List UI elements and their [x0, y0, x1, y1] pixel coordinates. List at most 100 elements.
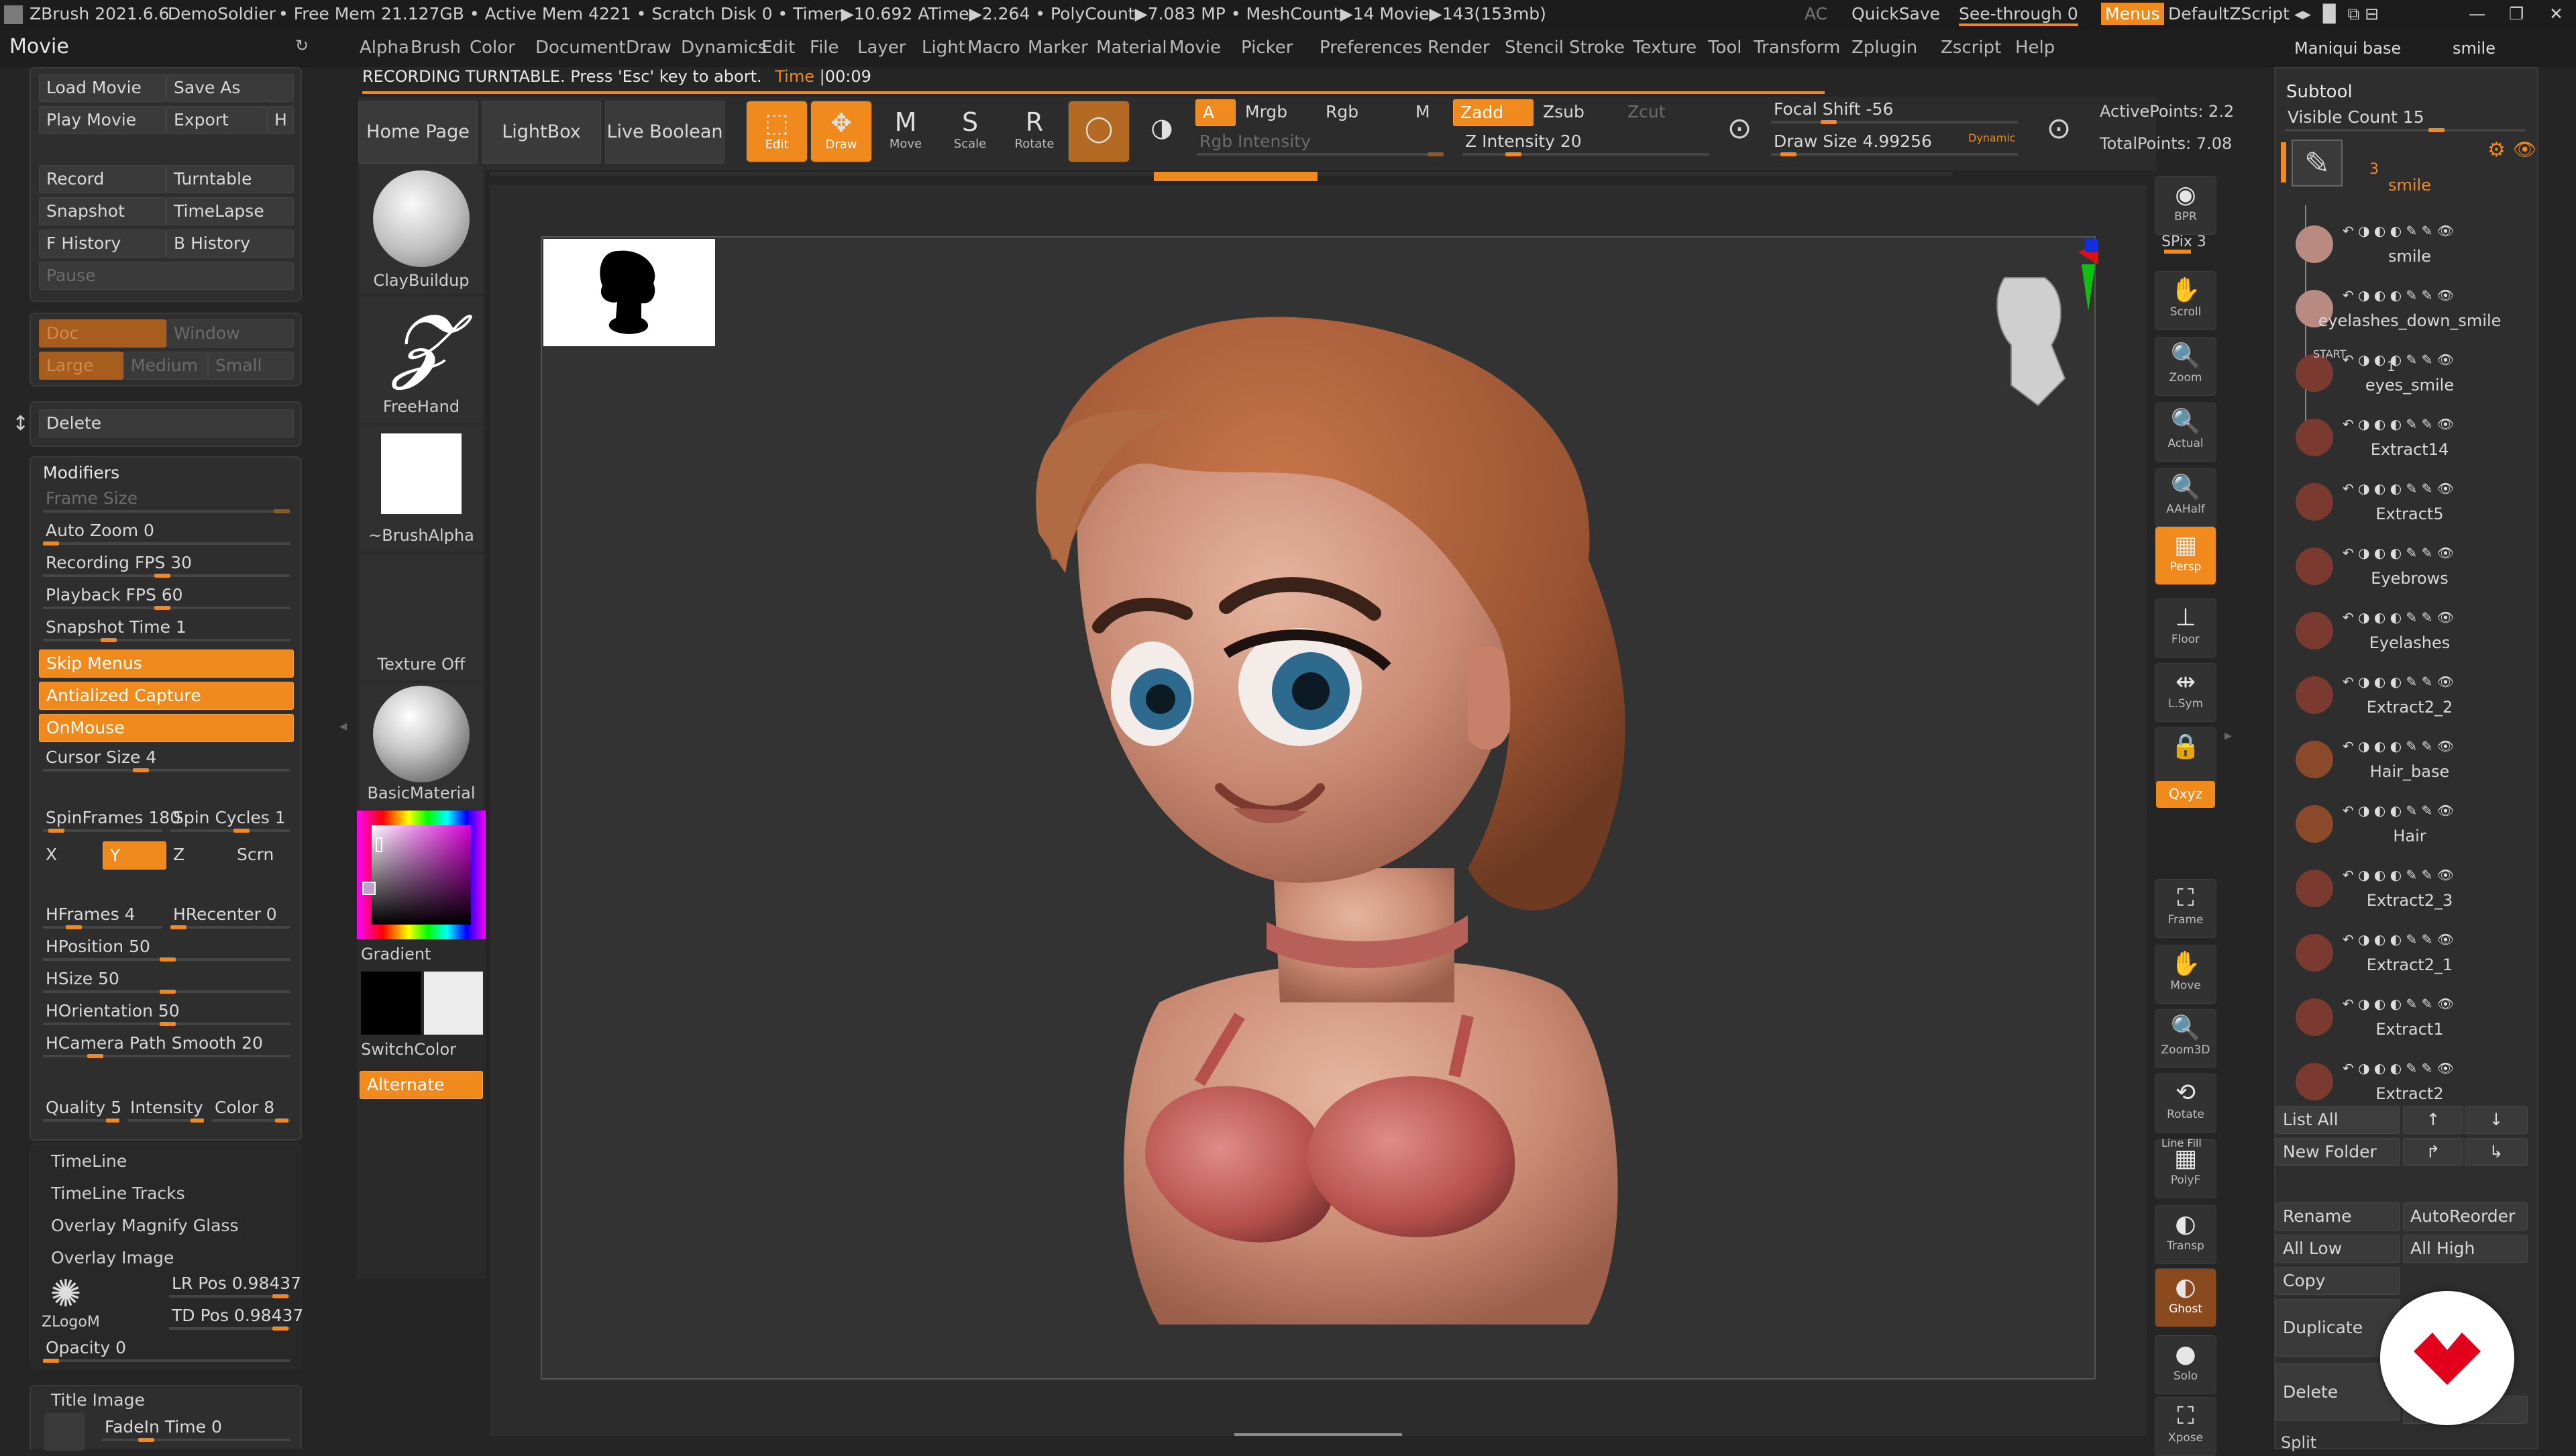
brush-slot[interactable]: ClayBuildup: [360, 165, 483, 294]
subtool-item[interactable]: ↶ ◑ ◐ ◐ ✎ ✎ 👁 Eyebrows: [2289, 543, 2537, 608]
rotate-mode-button[interactable]: R Rotate: [1004, 101, 1065, 162]
ac-label[interactable]: AC: [1805, 4, 1827, 23]
main-color-swatch[interactable]: [361, 972, 421, 1035]
visible-count-slider[interactable]: Visible Count 15: [2281, 106, 2529, 134]
subtool-toggles-icon[interactable]: ↶ ◑ ◐ ◐ ✎ ✎ 👁: [2343, 545, 2454, 561]
delete-movie-button[interactable]: Delete: [39, 409, 294, 437]
resize-handle-icon[interactable]: ↕: [12, 412, 29, 435]
material-mode-button[interactable]: ◑: [1131, 101, 1193, 162]
color-picker[interactable]: [357, 811, 486, 939]
navigation-gizmo[interactable]: [1964, 238, 2098, 412]
switch-color-button[interactable]: SwitchColor: [361, 1040, 456, 1059]
menu-help[interactable]: Help: [2015, 38, 2055, 58]
all-high-button[interactable]: All High: [2403, 1235, 2528, 1263]
gradient-label[interactable]: Gradient: [361, 945, 431, 964]
subtool-toggles-icon[interactable]: ↶ ◑ ◐ ◐ ✎ ✎ 👁: [2343, 352, 2454, 368]
zsub-button[interactable]: Zsub: [1536, 99, 1610, 126]
menu-marker[interactable]: Marker: [1028, 38, 1088, 58]
window-button[interactable]: Window: [166, 319, 294, 348]
subtool-item[interactable]: ↶ ◑ ◐ ◐ ✎ ✎ 👁 Hair_base: [2289, 737, 2537, 801]
default-zscript-button[interactable]: DefaultZScript: [2168, 4, 2290, 23]
td-pos-slider[interactable]: TD Pos 0.98437: [165, 1304, 303, 1333]
rgb-button[interactable]: Rgb: [1319, 99, 1393, 126]
subtool-toggles-icon[interactable]: ↶ ◑ ◐ ◐ ✎ ✎ 👁: [2343, 480, 2454, 497]
menu-document[interactable]: Document: [535, 38, 626, 58]
rgb-intensity-slider[interactable]: Rgb Intensity: [1193, 130, 1448, 158]
subtool-item[interactable]: ↶ ◑ ◐ ◐ ✎ ✎ 👁 Extract14: [2289, 415, 2537, 479]
menu-macro[interactable]: Macro: [967, 38, 1020, 58]
alternate-toggle[interactable]: Alternate: [360, 1071, 483, 1099]
h-button[interactable]: H: [267, 106, 294, 134]
solo-button[interactable]: ● Solo: [2155, 1335, 2216, 1394]
material-slot[interactable]: BasicMaterial: [360, 683, 483, 809]
menu-edit[interactable]: Edit: [761, 38, 795, 58]
spix-label[interactable]: SPix 3: [2161, 233, 2206, 250]
gizmo-button[interactable]: ◯: [1068, 101, 1130, 162]
axis-y-button[interactable]: Y: [103, 841, 166, 870]
subtool-toggles-icon[interactable]: ↶ ◑ ◐ ◐ ✎ ✎ 👁: [2343, 416, 2454, 432]
maximize-icon[interactable]: ❐: [2509, 4, 2524, 23]
scale-mode-button[interactable]: S Scale: [939, 101, 1001, 162]
subtool-item[interactable]: ↶ ◑ ◐ ◐ ✎ ✎ 👁 smile: [2289, 221, 2537, 286]
subtool-item[interactable]: ↶ ◑ ◐ ◐ ✎ ✎ 👁 Extract5: [2289, 479, 2537, 543]
collapse-right-icon[interactable]: ▸: [2224, 727, 2232, 744]
alpha-slot[interactable]: ~BrushAlpha: [360, 425, 483, 552]
gear-icon[interactable]: ⚙: [2487, 138, 2506, 162]
timeline-tracks-item[interactable]: TimeLine Tracks: [51, 1184, 185, 1203]
menu-stroke[interactable]: Stroke: [1569, 38, 1625, 58]
menu-light[interactable]: Light: [922, 38, 965, 58]
subtool-tab-maniqui[interactable]: Maniqui base: [2294, 39, 2401, 58]
hsize-slider[interactable]: HSize 50: [39, 968, 294, 996]
character-model[interactable]: [985, 278, 1736, 1378]
hposition-slider[interactable]: HPosition 50: [39, 935, 294, 964]
menu-dynamics[interactable]: Dynamics: [681, 38, 767, 58]
play-movie-button[interactable]: Play Movie: [39, 106, 166, 134]
snapshot-time-slider[interactable]: Snapshot Time 1: [39, 616, 294, 644]
menu-picker[interactable]: Picker: [1241, 38, 1293, 58]
collapse-left-icon[interactable]: ◂: [339, 718, 347, 735]
home-page-button[interactable]: Home Page: [358, 101, 478, 164]
quality-slider[interactable]: Quality 5: [39, 1096, 123, 1125]
eye-icon[interactable]: 👁: [2513, 138, 2537, 160]
lock-button[interactable]: 🔒: [2155, 727, 2216, 786]
lr-pos-slider[interactable]: LR Pos 0.98437: [165, 1272, 301, 1300]
texture-slot[interactable]: Texture Off: [360, 554, 483, 680]
focal-shift-slider[interactable]: Focal Shift -56: [1767, 98, 2022, 126]
overlay-image-item[interactable]: Overlay Image: [51, 1248, 174, 1267]
b-history-button[interactable]: B History: [166, 229, 294, 258]
medium-button[interactable]: Medium: [123, 352, 208, 380]
zoom-button[interactable]: 🔍 Zoom: [2155, 337, 2216, 396]
export-button[interactable]: Export: [166, 106, 267, 134]
snapshot-button[interactable]: Snapshot: [39, 197, 166, 225]
subtool-toggles-icon[interactable]: ↶ ◑ ◐ ◐ ✎ ✎ 👁: [2343, 996, 2454, 1012]
menu-texture[interactable]: Texture: [1633, 38, 1697, 58]
frame-button[interactable]: ⛶ Frame: [2155, 879, 2216, 938]
subtool-item[interactable]: ↶ ◑ ◐ ◐ ✎ ✎ 👁 eyelashes_down_smile: [2289, 286, 2537, 350]
zoom3d-button[interactable]: 🔍 Zoom3D: [2155, 1009, 2216, 1068]
line-fill-label[interactable]: Line Fill: [2161, 1137, 2202, 1149]
arrow-down-right-icon[interactable]: ↳: [2465, 1138, 2528, 1166]
canvas-area[interactable]: [490, 185, 2147, 1436]
subtool-toggles-icon[interactable]: ↶ ◑ ◐ ◐ ✎ ✎ 👁: [2343, 287, 2454, 303]
xyz-toggle[interactable]: Qxyz: [2156, 781, 2215, 808]
fadein-time-slider[interactable]: FadeIn Time 0: [98, 1416, 294, 1444]
hcamera-path-smooth-slider[interactable]: HCamera Path Smooth 20: [39, 1032, 294, 1060]
a-toggle[interactable]: A: [1195, 99, 1236, 126]
layout-icons[interactable]: ◂▸ ▐▌ ⧉ ⊟: [2294, 4, 2379, 24]
menu-stencil[interactable]: Stencil: [1505, 38, 1564, 58]
cursor-size-slider[interactable]: Cursor Size 4: [39, 746, 294, 774]
menu-preferences[interactable]: Preferences: [1320, 38, 1422, 58]
canvas-scroll-bar[interactable]: [1234, 1433, 1402, 1436]
spix-slider-fill[interactable]: [2164, 250, 2191, 254]
lightbox-button[interactable]: LightBox: [482, 101, 601, 164]
mrgb-button[interactable]: Mrgb: [1238, 99, 1312, 126]
hrecenter-slider[interactable]: HRecenter 0: [166, 903, 294, 931]
subtool-toggles-icon[interactable]: ↶ ◑ ◐ ◐ ✎ ✎ 👁: [2343, 802, 2454, 819]
transp-button[interactable]: ◐ Transp: [2155, 1205, 2216, 1264]
subtool-toggles-icon[interactable]: ↶ ◑ ◐ ◐ ✎ ✎ 👁: [2343, 931, 2454, 947]
menu-file[interactable]: File: [810, 38, 839, 58]
actual-button[interactable]: 🔍 Actual: [2155, 403, 2216, 462]
toolbar-scroll-thumb[interactable]: [1154, 172, 1318, 181]
scroll-button[interactable]: ✋ Scroll: [2155, 271, 2216, 330]
axis-scrn-button[interactable]: Scrn: [230, 841, 294, 870]
